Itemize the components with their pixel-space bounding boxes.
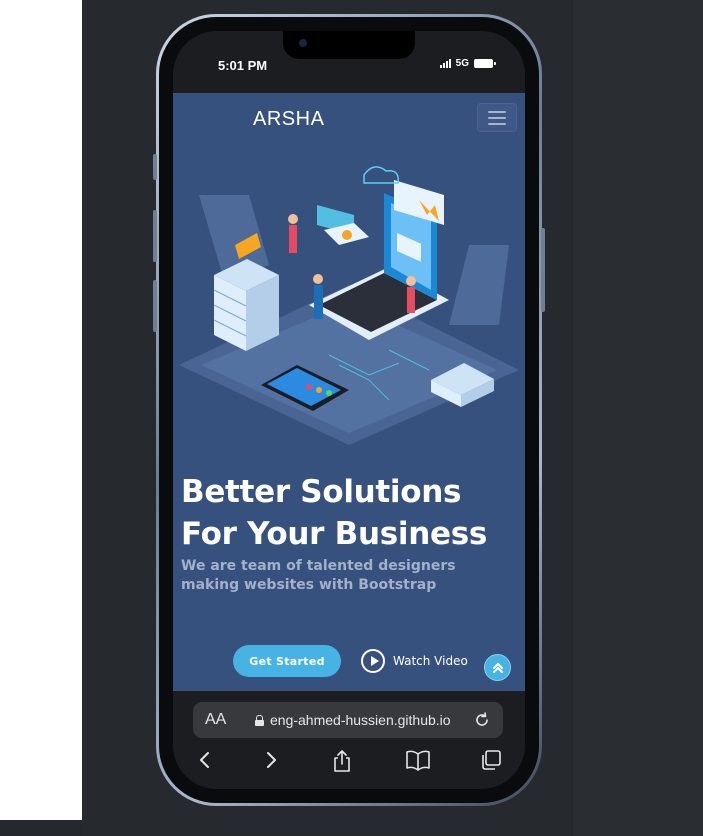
- site-navbar: ARSHA: [173, 93, 525, 145]
- hero-title: Better Solutions For Your Business: [181, 474, 488, 552]
- phone-mockup: 5:01 PM 5G ARSHA Better Solutions For Yo…: [153, 14, 545, 806]
- back-icon[interactable]: [195, 749, 215, 771]
- status-time: 5:01 PM: [218, 58, 268, 73]
- hero-subtitle: We are team of talented designers making…: [181, 558, 456, 593]
- status-bar: 5:01 PM 5G: [173, 31, 525, 93]
- status-indicators: 5G: [439, 58, 496, 69]
- background-right-strip: [573, 0, 703, 836]
- network-label: 5G: [455, 58, 469, 69]
- menu-icon-bar: [488, 122, 506, 125]
- watch-video-label: Watch Video: [393, 654, 468, 668]
- bookmarks-icon[interactable]: [405, 749, 431, 771]
- tabs-icon[interactable]: [479, 749, 503, 771]
- address-bar[interactable]: AA eng-ahmed-hussien.github.io: [193, 702, 503, 738]
- website-viewport: ARSHA Better Solutions For Your Business…: [173, 93, 525, 691]
- signal-icon: [439, 59, 451, 68]
- forward-icon[interactable]: [261, 749, 281, 771]
- share-icon[interactable]: [331, 749, 353, 773]
- mute-switch: [153, 154, 157, 180]
- browser-toolbar: [173, 749, 525, 779]
- menu-toggle-button[interactable]: [477, 103, 517, 132]
- volume-down-button: [153, 280, 157, 332]
- menu-icon-bar: [488, 116, 506, 119]
- hero-illustration: [179, 166, 519, 445]
- reload-icon[interactable]: [473, 711, 491, 729]
- volume-up-button: [153, 210, 157, 262]
- site-logo[interactable]: ARSHA: [253, 108, 324, 131]
- battery-icon: [474, 59, 496, 68]
- camera-icon: [299, 39, 307, 47]
- get-started-button[interactable]: Get Started: [233, 645, 341, 677]
- browser-chrome: AA eng-ahmed-hussien.github.io: [173, 691, 525, 789]
- notch: [283, 31, 415, 59]
- back-to-top-button[interactable]: [484, 654, 511, 681]
- chevron-up-icon: [492, 662, 503, 673]
- menu-icon-bar: [488, 110, 506, 113]
- watch-video-link[interactable]: Watch Video: [361, 649, 468, 673]
- power-button: [541, 228, 545, 312]
- phone-bezel: 5:01 PM 5G ARSHA Better Solutions For Yo…: [159, 17, 539, 803]
- lock-icon: [255, 714, 264, 726]
- play-icon: [361, 649, 385, 673]
- server-rack: [213, 259, 279, 351]
- text-size-button[interactable]: AA: [205, 711, 226, 729]
- url-display[interactable]: eng-ahmed-hussien.github.io: [255, 712, 451, 728]
- background-white-panel: [0, 0, 82, 820]
- url-text: eng-ahmed-hussien.github.io: [270, 712, 451, 728]
- phone-screen: 5:01 PM 5G ARSHA Better Solutions For Yo…: [173, 31, 525, 789]
